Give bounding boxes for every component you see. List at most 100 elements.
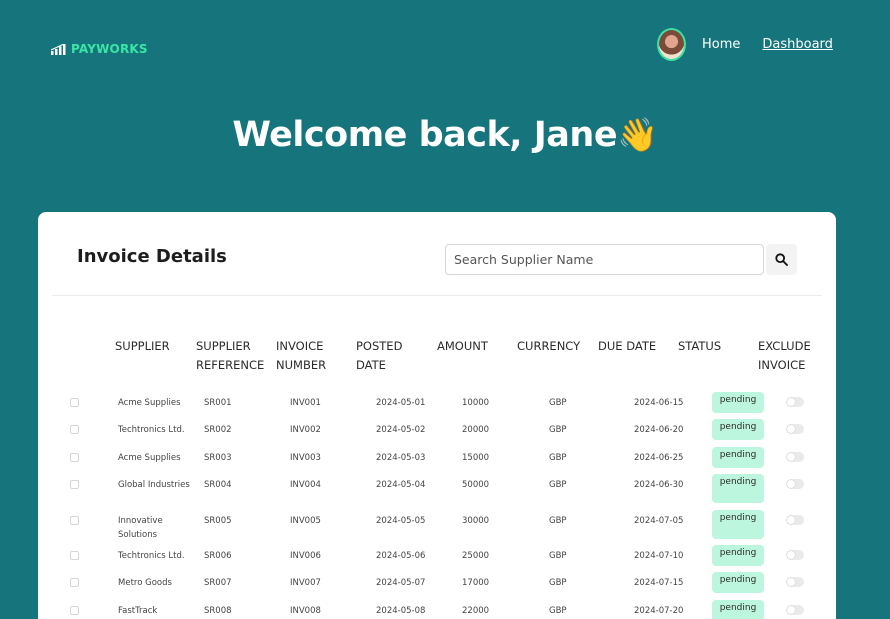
cell-currency: GBP — [549, 551, 567, 561]
status-badge: pending — [712, 474, 764, 503]
cell-posted-date: 2024-05-05 — [376, 516, 426, 526]
exclude-invoice-toggle[interactable] — [786, 605, 804, 615]
avatar[interactable] — [657, 28, 686, 61]
cell-due-date: 2024-06-30 — [634, 480, 684, 490]
cell-amount: 50000 — [462, 480, 490, 490]
table-row: Global Industries SR004 INV004 2024-05-04 50… — [38, 474, 836, 508]
cell-supplier-reference: SR006 — [204, 551, 232, 561]
welcome-heading: Welcome back, Jane👋 — [0, 115, 890, 155]
cell-posted-date: 2024-05-04 — [376, 480, 426, 490]
cell-due-date: 2024-06-25 — [634, 453, 684, 463]
nav-dashboard-link[interactable]: Dashboard — [762, 37, 833, 52]
row-select-checkbox[interactable] — [70, 551, 79, 560]
column-header-amount: AMOUNT — [437, 339, 488, 353]
cell-invoice-number: INV004 — [290, 480, 321, 490]
column-header-posted-date: POSTED DATE — [356, 339, 403, 372]
row-select-checkbox[interactable] — [70, 425, 79, 434]
table-row: FastTrack SR008 INV008 2024-05-08 22000 GBP 20… — [38, 600, 836, 619]
exclude-invoice-toggle[interactable] — [786, 515, 804, 525]
row-select-checkbox[interactable] — [70, 578, 79, 587]
row-select-checkbox[interactable] — [70, 453, 79, 462]
status-badge: pending — [712, 419, 764, 440]
cell-supplier-reference: SR004 — [204, 480, 232, 490]
cell-due-date: 2024-06-15 — [634, 398, 684, 408]
cell-currency: GBP — [549, 453, 567, 463]
column-header-supplier: SUPPLIER — [115, 339, 170, 353]
cell-currency: GBP — [549, 398, 567, 408]
cell-currency: GBP — [549, 578, 567, 588]
cell-supplier: Acme Supplies — [118, 453, 181, 463]
row-select-checkbox[interactable] — [70, 398, 79, 407]
exclude-invoice-toggle[interactable] — [786, 397, 804, 407]
row-select-checkbox[interactable] — [70, 606, 79, 615]
cell-due-date: 2024-07-20 — [634, 606, 684, 616]
cell-amount: 20000 — [462, 425, 490, 435]
cell-supplier: FastTrack — [118, 606, 158, 616]
status-badge: pending — [712, 392, 764, 413]
cell-due-date: 2024-07-10 — [634, 551, 684, 561]
row-select-checkbox[interactable] — [70, 516, 79, 525]
cell-amount: 17000 — [462, 578, 490, 588]
brand-name: PAYWORKS — [71, 42, 148, 56]
cell-invoice-number: INV001 — [290, 398, 321, 408]
cell-supplier: Techtronics Ltd. — [118, 551, 185, 561]
card-divider — [52, 295, 822, 296]
waving-hand-icon: 👋 — [617, 115, 658, 154]
row-select-checkbox[interactable] — [70, 480, 79, 489]
cell-supplier-reference: SR008 — [204, 606, 232, 616]
status-badge: pending — [712, 600, 764, 619]
cell-posted-date: 2024-05-07 — [376, 578, 426, 588]
cell-supplier: Metro Goods — [118, 578, 172, 588]
cell-supplier-reference: SR005 — [204, 516, 232, 526]
cell-supplier-reference: SR001 — [204, 398, 232, 408]
cell-supplier: Techtronics Ltd. — [118, 425, 185, 435]
cell-posted-date: 2024-05-06 — [376, 551, 426, 561]
cell-supplier: Acme Supplies — [118, 398, 181, 408]
exclude-invoice-toggle[interactable] — [786, 550, 804, 560]
cell-invoice-number: INV005 — [290, 516, 321, 526]
cell-currency: GBP — [549, 606, 567, 616]
invoice-card: Invoice Details SUPPLIER SUPPLIER REFERE… — [38, 212, 836, 619]
status-badge: pending — [712, 510, 764, 539]
exclude-invoice-toggle[interactable] — [786, 577, 804, 587]
cell-invoice-number: INV002 — [290, 425, 321, 435]
cell-amount: 30000 — [462, 516, 490, 526]
column-header-invoice-number: INVOICE NUMBER — [276, 339, 327, 372]
search-icon — [775, 253, 788, 266]
exclude-invoice-toggle[interactable] — [786, 452, 804, 462]
cell-supplier-reference: SR007 — [204, 578, 232, 588]
cell-posted-date: 2024-05-03 — [376, 453, 426, 463]
cell-invoice-number: INV003 — [290, 453, 321, 463]
exclude-invoice-toggle[interactable] — [786, 479, 804, 489]
column-header-due-date: DUE DATE — [598, 339, 657, 353]
column-header-currency: CURRENCY — [517, 339, 581, 353]
cell-invoice-number: INV007 — [290, 578, 321, 588]
status-badge: pending — [712, 572, 764, 593]
cell-due-date: 2024-07-05 — [634, 516, 684, 526]
cell-currency: GBP — [549, 425, 567, 435]
cell-supplier-reference: SR003 — [204, 453, 232, 463]
search-supplier-input[interactable] — [445, 244, 764, 275]
exclude-invoice-toggle[interactable] — [786, 424, 804, 434]
cell-amount: 22000 — [462, 606, 490, 616]
column-header-supplier-reference: SUPPLIER REFERENCE — [196, 339, 265, 372]
cell-amount: 15000 — [462, 453, 490, 463]
cell-posted-date: 2024-05-08 — [376, 606, 426, 616]
cell-invoice-number: INV006 — [290, 551, 321, 561]
column-header-status: STATUS — [678, 339, 722, 353]
status-badge: pending — [712, 545, 764, 566]
cell-amount: 10000 — [462, 398, 490, 408]
cell-supplier-reference: SR002 — [204, 425, 232, 435]
card-title: Invoice Details — [77, 246, 227, 267]
search-button[interactable] — [766, 244, 797, 275]
column-header-exclude-invoice: EXCLUDE INVOICE — [758, 339, 811, 372]
cell-due-date: 2024-07-15 — [634, 578, 684, 588]
cell-invoice-number: INV008 — [290, 606, 321, 616]
brand-logo[interactable]: PAYWORKS — [51, 42, 148, 56]
cell-supplier: Innovative Solutions — [118, 516, 163, 540]
top-nav: Home Dashboard — [657, 28, 833, 61]
nav-home-link[interactable]: Home — [702, 37, 740, 52]
table-row: Innovative Solutions SR005 INV005 2024-05-0… — [38, 510, 836, 544]
status-badge: pending — [712, 447, 764, 468]
cell-supplier: Global Industries — [118, 480, 190, 490]
